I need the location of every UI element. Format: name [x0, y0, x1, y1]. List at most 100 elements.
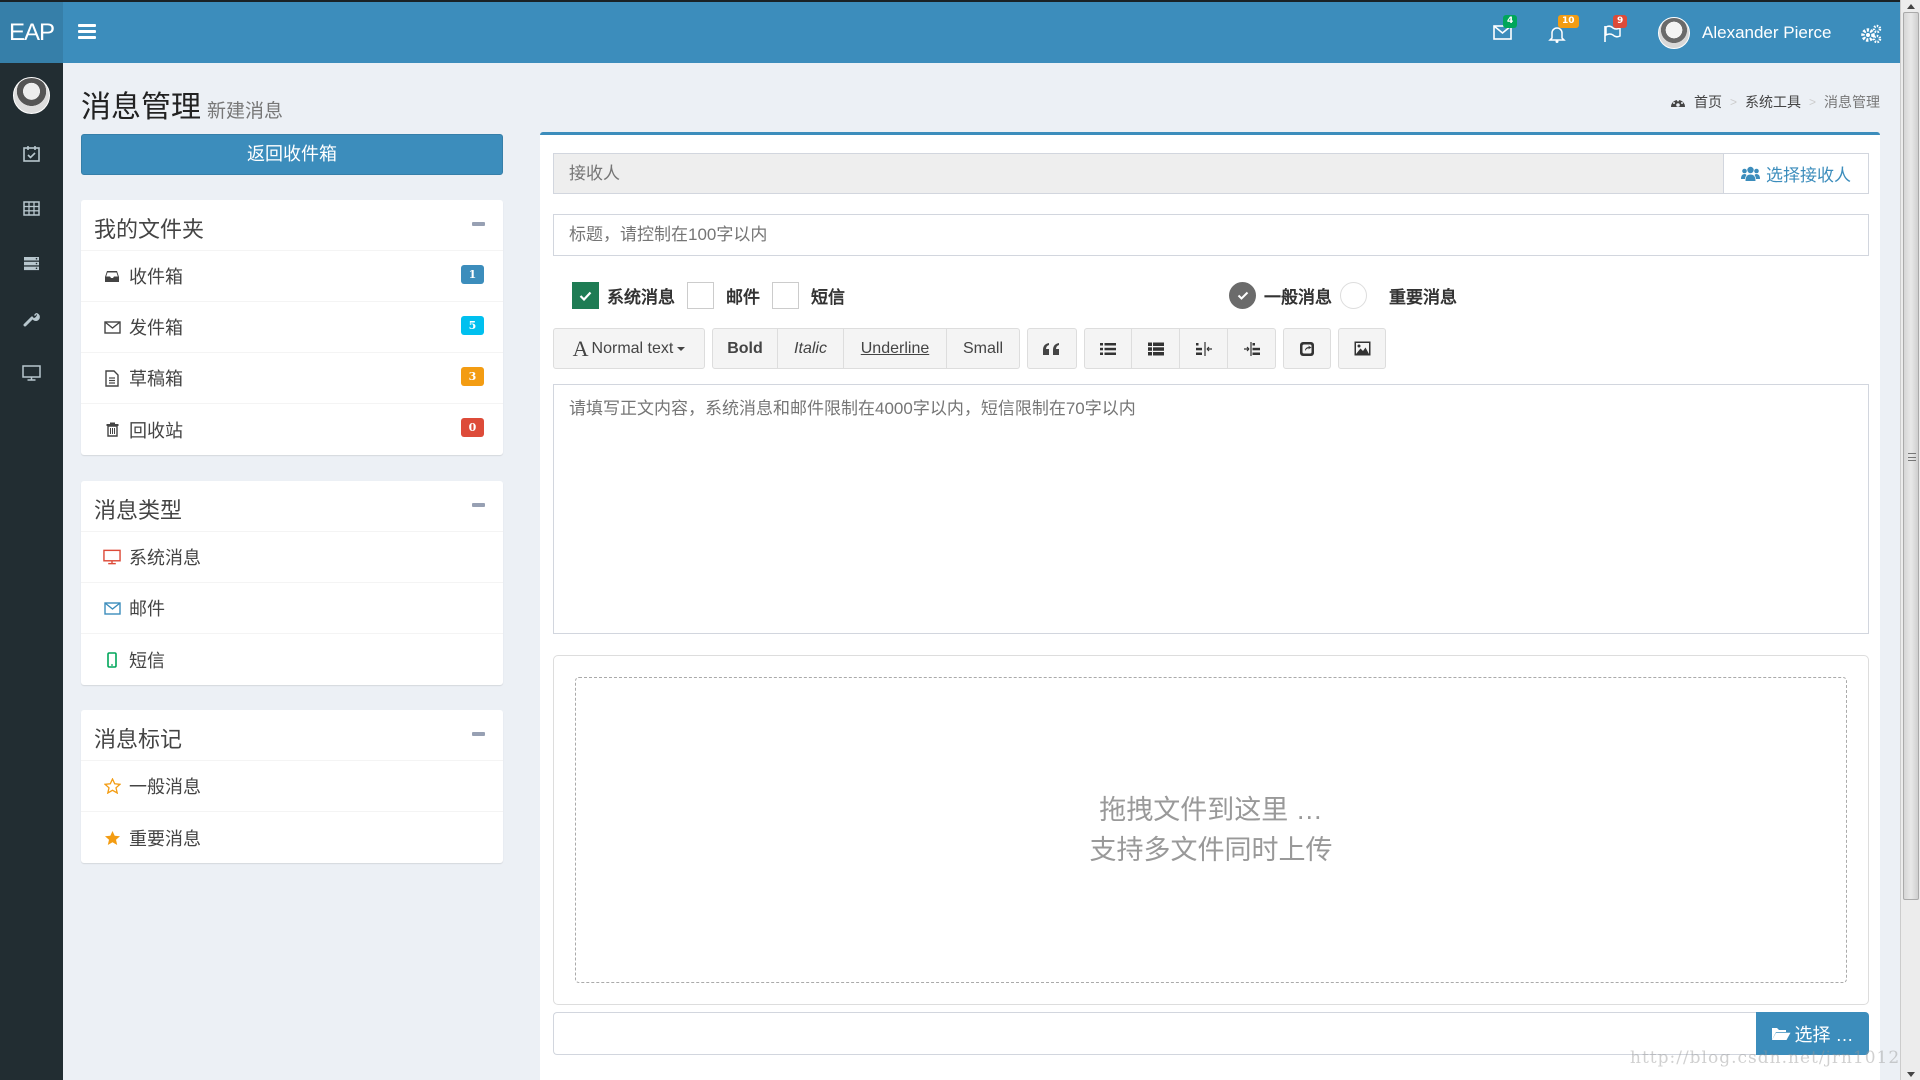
collapse-minus-icon[interactable]	[472, 222, 485, 226]
checkbox-label[interactable]: 邮件	[726, 283, 760, 308]
mobile-icon	[103, 651, 121, 669]
outdent-icon	[1195, 341, 1212, 356]
tasks-menu[interactable]: 9	[1597, 15, 1628, 48]
drop-zone-hint: 支持多文件同时上传	[1089, 835, 1333, 865]
recipient-input[interactable]	[553, 153, 1724, 194]
select-recipient-label: 选择接收人	[1766, 166, 1851, 185]
sidebar-item-server[interactable]	[0, 243, 63, 283]
types-title: 消息类型	[94, 498, 183, 523]
type-item-system[interactable]: 系统消息	[81, 532, 503, 583]
font-style-dropdown[interactable]: A Normal text	[553, 328, 705, 369]
calendar-check-icon	[23, 145, 40, 162]
insert-link-button[interactable]	[1283, 328, 1331, 369]
checkbox-label[interactable]: 系统消息	[607, 283, 675, 308]
top-navbar: EAP 4 10 9 Alexander Pierce	[0, 2, 1900, 63]
compose-box: 选择接收人 系统消息 邮件 短信 一般消息 重要消息 ANormal text …	[540, 132, 1880, 1080]
checkbox-label[interactable]: 短信	[811, 283, 845, 308]
scroll-up-arrow[interactable]	[1901, 0, 1920, 12]
mark-label: 重要消息	[129, 828, 201, 849]
collapse-minus-icon[interactable]	[472, 732, 485, 736]
indent-button[interactable]	[1228, 328, 1276, 369]
radio-normal-message[interactable]	[1229, 282, 1256, 309]
checkbox-system-message[interactable]	[572, 282, 599, 309]
blockquote-button[interactable]	[1027, 328, 1077, 369]
sidebar-item-table[interactable]	[0, 188, 63, 228]
message-types-box: 消息类型 系统消息 邮件 短信	[81, 481, 503, 685]
mark-item-important[interactable]: 重要消息	[81, 812, 503, 863]
check-icon	[1237, 291, 1248, 300]
folders-box: 我的文件夹 收件箱 1 发件箱 5 草稿箱 3 回收站 0	[81, 200, 503, 455]
folder-count-badge: 3	[461, 367, 484, 386]
app-logo[interactable]: EAP	[0, 2, 63, 63]
channel-checkboxes: 系统消息 邮件 短信	[572, 282, 857, 309]
radio-label[interactable]: 重要消息	[1389, 283, 1457, 308]
messages-menu[interactable]: 4	[1487, 15, 1518, 48]
title-input[interactable]	[553, 214, 1869, 256]
user-menu[interactable]: Alexander Pierce	[1658, 17, 1831, 49]
file-upload-preview: 拖拽文件到这里 … 支持多文件同时上传	[553, 655, 1869, 1005]
breadcrumb-home[interactable]: 首页	[1694, 92, 1722, 112]
sidebar-toggle-button[interactable]	[78, 24, 96, 40]
page-scrollbar[interactable]	[1900, 0, 1920, 1080]
type-label: 系统消息	[129, 548, 201, 568]
sidebar-item-calendar[interactable]	[0, 133, 63, 173]
small-button[interactable]: Small	[947, 328, 1020, 369]
select-recipient-button[interactable]: 选择接收人	[1724, 153, 1869, 194]
mark-item-normal[interactable]: 一般消息	[81, 761, 503, 812]
underline-button[interactable]: Underline	[844, 328, 947, 369]
triangle-up-icon	[1907, 3, 1915, 9]
server-icon	[24, 256, 39, 270]
file-text-icon	[103, 369, 121, 387]
checkbox-email[interactable]	[687, 282, 714, 309]
back-to-inbox-button[interactable]: 返回收件箱	[81, 134, 503, 175]
breadcrumb-current: 消息管理	[1824, 94, 1880, 110]
unordered-list-icon	[1100, 342, 1116, 355]
ordered-list-button[interactable]	[1132, 328, 1180, 369]
scrollbar-thumb[interactable]	[1903, 12, 1919, 900]
file-caption-field[interactable]	[553, 1012, 1756, 1055]
radio-important-message[interactable]	[1340, 282, 1367, 309]
breadcrumb-system-tools[interactable]: 系统工具	[1745, 92, 1801, 112]
scroll-down-arrow[interactable]	[1901, 1068, 1920, 1080]
type-item-email[interactable]: 邮件	[81, 583, 503, 634]
type-item-sms[interactable]: 短信	[81, 634, 503, 685]
radio-label[interactable]: 一般消息	[1264, 283, 1332, 308]
folders-title: 我的文件夹	[94, 217, 205, 242]
table-icon	[23, 200, 40, 216]
sidebar-item-monitor[interactable]	[0, 353, 63, 393]
gears-icon	[1861, 24, 1882, 44]
sidebar-user-avatar[interactable]	[13, 77, 50, 114]
main-sidebar	[0, 63, 63, 1080]
drop-zone-text: 拖拽文件到这里 …	[1099, 795, 1323, 825]
dashboard-icon	[1670, 99, 1685, 107]
unordered-list-button[interactable]	[1084, 328, 1132, 369]
font-icon: A	[572, 335, 589, 361]
notifications-menu[interactable]: 10	[1542, 15, 1579, 48]
hamburger-icon	[78, 24, 96, 27]
bold-button[interactable]: Bold	[712, 328, 778, 369]
breadcrumb-separator: >	[1729, 95, 1737, 109]
link-icon	[1300, 341, 1314, 356]
folders-box-header: 我的文件夹	[81, 200, 503, 251]
message-body-textarea[interactable]	[553, 384, 1869, 634]
breadcrumb-separator: >	[1808, 95, 1816, 109]
italic-button[interactable]: Italic	[778, 328, 844, 369]
mark-label: 一般消息	[129, 777, 201, 797]
folder-item-drafts[interactable]: 草稿箱 3	[81, 353, 503, 404]
check-icon	[579, 291, 592, 301]
folder-item-inbox[interactable]: 收件箱 1	[81, 251, 503, 302]
folder-item-trash[interactable]: 回收站 0	[81, 404, 503, 455]
insert-image-button[interactable]	[1338, 328, 1386, 369]
collapse-minus-icon[interactable]	[472, 503, 485, 507]
sidebar-item-tools[interactable]	[0, 298, 63, 338]
outdent-button[interactable]	[1180, 328, 1228, 369]
file-drop-zone[interactable]: 拖拽文件到这里 … 支持多文件同时上传	[575, 677, 1847, 983]
envelope-icon	[103, 599, 121, 617]
folder-label: 回收站	[129, 420, 183, 441]
checkbox-sms[interactable]	[772, 282, 799, 309]
folder-item-sent[interactable]: 发件箱 5	[81, 302, 503, 353]
ordered-list-icon	[1147, 342, 1164, 355]
folder-open-icon	[1772, 1028, 1791, 1040]
star-icon	[103, 829, 121, 847]
control-sidebar-toggle[interactable]	[1860, 24, 1882, 44]
